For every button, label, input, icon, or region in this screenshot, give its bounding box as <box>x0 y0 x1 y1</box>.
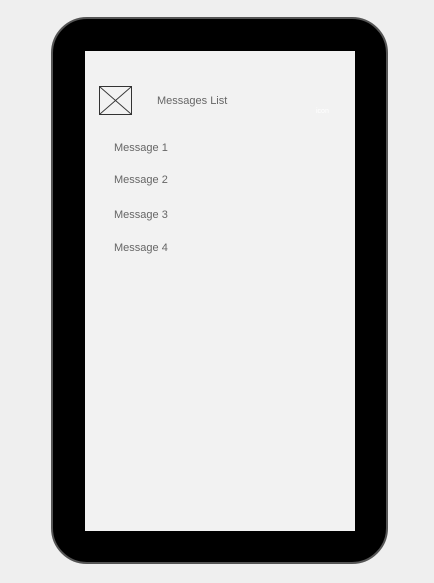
app-screen: Messages List icon Message 1 Message 2 M… <box>85 51 355 531</box>
message-item[interactable]: Message 1 <box>114 142 168 154</box>
message-item[interactable]: Message 4 <box>114 242 168 254</box>
message-item[interactable]: Message 2 <box>114 174 168 186</box>
header-icon-label: icon <box>316 108 329 115</box>
page-title: Messages List <box>157 95 228 107</box>
message-item[interactable]: Message 3 <box>114 209 168 221</box>
image-placeholder-icon <box>99 86 132 115</box>
image-placeholder-cross <box>100 87 131 114</box>
